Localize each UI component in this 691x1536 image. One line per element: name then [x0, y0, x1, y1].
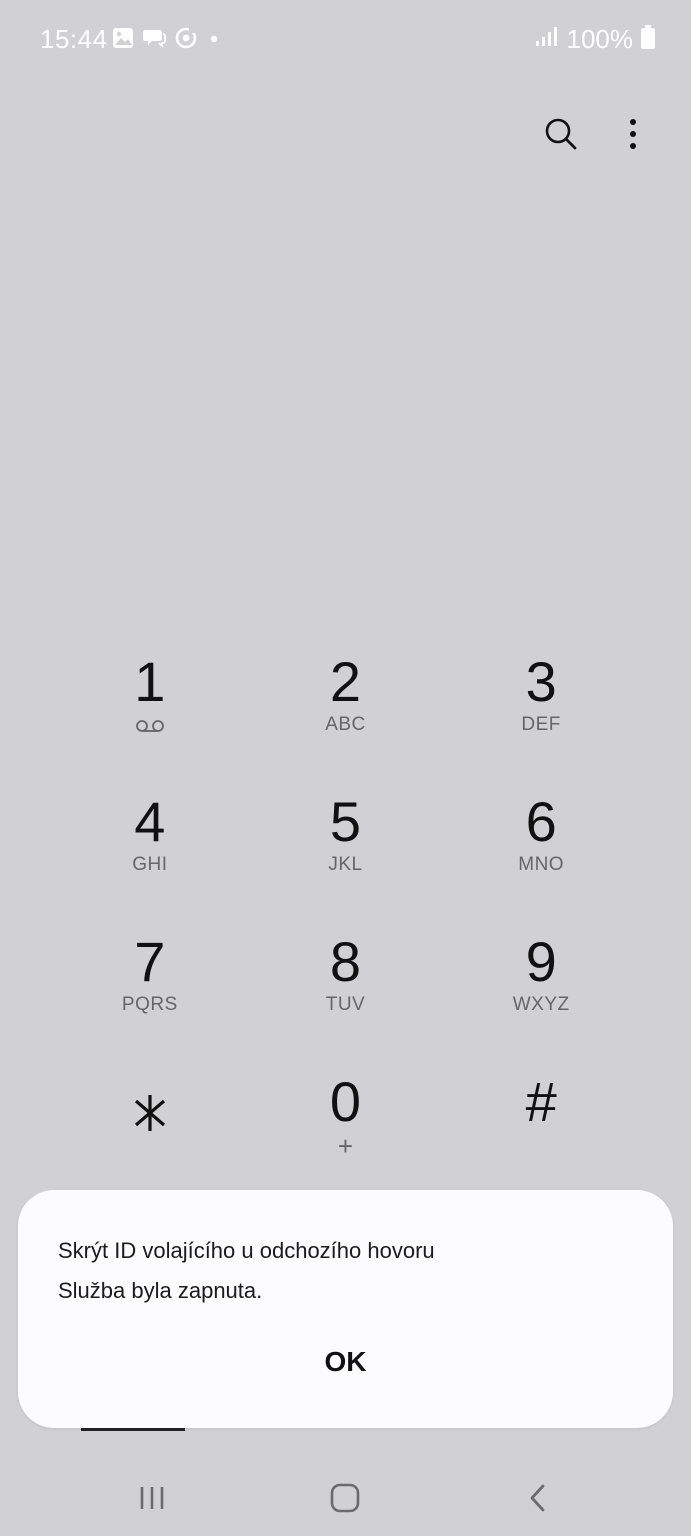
search-button[interactable]: [537, 112, 585, 160]
recent-apps-button[interactable]: [132, 1482, 172, 1518]
home-icon: [330, 1483, 360, 1518]
key-plus: +: [337, 1131, 354, 1161]
key-digit: #: [525, 1070, 557, 1133]
key-digit: 7: [134, 930, 166, 993]
key-4[interactable]: 4 GHI: [52, 790, 248, 930]
key-hash[interactable]: #: [443, 1070, 639, 1210]
signal-icon: [535, 26, 559, 53]
sync-icon: [174, 26, 198, 50]
dialog-title: Skrýt ID volajícího u odchozího hovoru: [58, 1238, 435, 1263]
key-digit: 4: [134, 790, 166, 853]
notification-icons: [112, 26, 222, 50]
navigation-bar: [0, 1470, 691, 1530]
key-7[interactable]: 7 PQRS: [52, 930, 248, 1070]
battery-percentage: 100%: [566, 24, 634, 54]
key-letters: GHI: [132, 854, 168, 875]
key-0[interactable]: 0 +: [248, 1070, 444, 1210]
recent-apps-icon: [138, 1485, 166, 1516]
key-letters: JKL: [328, 854, 363, 875]
key-letters: ABC: [325, 714, 366, 735]
dialog-message: Služba byla zapnuta.: [58, 1278, 263, 1303]
key-digit: 3: [525, 650, 557, 713]
key-letters: PQRS: [121, 994, 178, 1015]
key-8[interactable]: 8 TUV: [248, 930, 444, 1070]
gallery-icon: [112, 27, 134, 49]
key-digit: 0: [329, 1070, 362, 1133]
battery-icon: [641, 25, 655, 54]
key-9[interactable]: 9 WXYZ: [443, 930, 639, 1070]
chat-icon: [142, 27, 166, 49]
status-bar: 15:44 100%: [0, 0, 691, 78]
status-right: 100%: [535, 24, 655, 55]
more-options-button[interactable]: [609, 112, 657, 160]
voicemail-icon: [135, 714, 165, 738]
dialpad: 1 2 ABC 3 DEF 4 GHI 5 JKL 6 MNO 7 PQRS 8…: [52, 650, 639, 1210]
dot-icon: [206, 27, 222, 49]
key-2[interactable]: 2 ABC: [248, 650, 444, 790]
key-5[interactable]: 5 JKL: [248, 790, 444, 930]
key-letters: MNO: [518, 854, 565, 875]
tab-indicator: [81, 1428, 185, 1431]
key-digit: 1: [134, 650, 166, 713]
key-6[interactable]: 6 MNO: [443, 790, 639, 930]
key-digit: 8: [329, 930, 362, 993]
back-button[interactable]: [518, 1482, 558, 1518]
search-icon: [544, 117, 578, 156]
status-time: 15:44: [40, 24, 108, 54]
star-icon: [132, 1070, 168, 1148]
key-star[interactable]: [52, 1070, 248, 1210]
key-digit: 5: [329, 790, 362, 853]
more-options-icon: [628, 118, 638, 155]
key-digit: 2: [329, 650, 362, 713]
key-letters: TUV: [325, 994, 366, 1015]
back-icon: [527, 1483, 549, 1518]
key-3[interactable]: 3 DEF: [443, 650, 639, 790]
ok-button[interactable]: OK: [18, 1346, 673, 1378]
key-digit: 9: [525, 930, 557, 993]
service-dialog: Skrýt ID volajícího u odchozího hovoru S…: [18, 1190, 673, 1428]
key-letters: DEF: [521, 714, 561, 735]
key-1[interactable]: 1: [52, 650, 248, 790]
home-button[interactable]: [325, 1482, 365, 1518]
key-digit: 6: [525, 790, 557, 853]
top-actions: [537, 112, 657, 160]
key-letters: WXYZ: [512, 994, 570, 1015]
